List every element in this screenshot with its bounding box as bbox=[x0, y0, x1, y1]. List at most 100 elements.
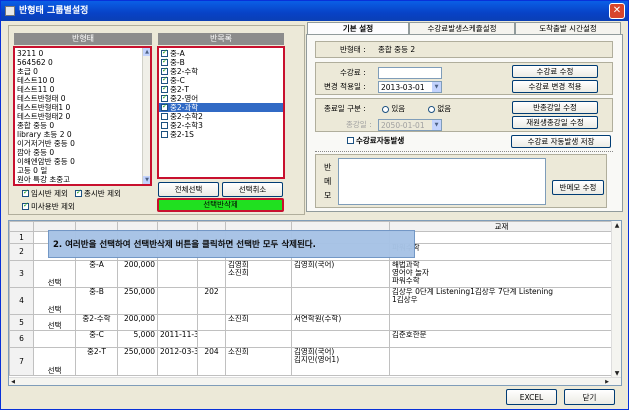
column-header[interactable] bbox=[9, 221, 34, 232]
class-type-item[interactable]: 테스트반형태2 0 bbox=[15, 112, 150, 121]
table-cell: 200,000 bbox=[117, 314, 158, 331]
class-list-item[interactable]: 중-C bbox=[159, 76, 283, 85]
class-type-item[interactable]: 원아 특강 초중고 bbox=[15, 175, 150, 184]
end-date-picker[interactable]: 2050-01-01 ▼ bbox=[378, 119, 442, 131]
table-row[interactable]: 4 선택 중-B 250,000 202 김상우 0단계 Listening1김상우 7단… bbox=[9, 287, 614, 315]
class-type-item[interactable]: 고등 0 일 bbox=[15, 166, 150, 175]
memo-edit-button[interactable]: 반메모 수정 bbox=[552, 180, 604, 195]
class-type-item[interactable]: 깜아 중등 0 bbox=[15, 148, 150, 157]
column-header[interactable]: 교재 bbox=[389, 221, 614, 232]
checkbox-icon[interactable] bbox=[161, 94, 168, 102]
checkbox-icon[interactable] bbox=[22, 188, 29, 197]
scroll-right-icon[interactable]: ▶ bbox=[603, 378, 611, 385]
class-list-item[interactable]: 중2-T bbox=[159, 85, 283, 94]
class-list-item[interactable]: 중2-영어 bbox=[159, 94, 283, 103]
close-window-button[interactable]: ✕ bbox=[609, 3, 625, 19]
chevron-down-icon[interactable]: ▼ bbox=[432, 120, 441, 130]
tab-fee-schedule[interactable]: 수강료발생스케쥴설정 bbox=[409, 22, 515, 34]
class-list-item[interactable]: 중-A bbox=[159, 49, 283, 58]
scroll-left-icon[interactable]: ◀ bbox=[9, 378, 17, 385]
table-cell bbox=[225, 330, 292, 348]
scroll-up-icon[interactable]: ▲ bbox=[143, 48, 150, 56]
filter-temp-class[interactable]: 임시반 제외 bbox=[22, 188, 68, 198]
tab-arrival-time[interactable]: 도착출발 시간설정 bbox=[515, 22, 621, 34]
class-list[interactable]: 중-A중-B중2-수학중-C중2-T중2-영어중2-과학중2-수학2중2-수학3… bbox=[157, 46, 285, 179]
fee-apply-button[interactable]: 수강료 변경 적용 bbox=[512, 80, 598, 93]
table-cell bbox=[389, 231, 614, 244]
checkbox-icon[interactable] bbox=[161, 130, 168, 138]
checkbox-icon[interactable] bbox=[347, 136, 354, 144]
close-button[interactable]: 닫기 bbox=[564, 389, 615, 405]
auto-fee-checkbox[interactable]: 수강료자동발생 bbox=[347, 136, 404, 146]
class-list-item[interactable]: 중2-수학2 bbox=[159, 112, 283, 121]
select-all-button[interactable]: 전체선택 bbox=[158, 182, 219, 197]
checkbox-icon[interactable] bbox=[161, 121, 168, 129]
excel-button[interactable]: EXCEL bbox=[506, 389, 557, 405]
class-type-scrollbar[interactable]: ▲ ▼ bbox=[142, 48, 150, 184]
checkbox-icon[interactable] bbox=[161, 103, 168, 111]
class-type-item[interactable]: library 초등 2 0 bbox=[15, 130, 150, 139]
delete-selected-button[interactable]: 선택반삭제 bbox=[157, 198, 284, 212]
class-type-item[interactable]: 테스트11 0 bbox=[15, 85, 150, 94]
scroll-up-icon[interactable]: ▲ bbox=[612, 221, 621, 231]
class-type-item[interactable]: 초급 0 bbox=[15, 67, 150, 76]
table-cell: 202 bbox=[197, 287, 226, 315]
table-row[interactable]: 3 선택 중-A 200,000 김영희 소진희 김영희(국어) 해법과학 영어야 놀자 파워수학 bbox=[9, 260, 614, 288]
class-list-item[interactable]: 중2-수학3 bbox=[159, 121, 283, 130]
filter-closed-class[interactable]: 종시반 제외 bbox=[75, 188, 121, 198]
class-type-list[interactable]: 3211 0 564562 0 초급 0 테스트10 0 테스트11 0 테스트반형태 0… bbox=[13, 46, 152, 186]
apply-date-label: 변경 적용일 : bbox=[324, 82, 366, 91]
table-row[interactable]: 5 선택 중2-수학 200,000 소진희 서연학원(수학) bbox=[9, 314, 614, 331]
class-list-item[interactable]: 중2-1S bbox=[159, 130, 283, 139]
checkbox-icon[interactable] bbox=[75, 188, 82, 197]
chevron-down-icon[interactable]: ▼ bbox=[432, 82, 441, 92]
class-list-item-label: 중2-수학2 bbox=[170, 112, 203, 121]
class-type-item[interactable]: 이거저거반 중등 0 bbox=[15, 139, 150, 148]
deselect-all-button[interactable]: 선택취소 bbox=[222, 182, 283, 197]
table-cell: 250,000 bbox=[117, 287, 158, 315]
class-list-item-label: 중2-수학3 bbox=[170, 121, 203, 130]
class-type-item[interactable]: 564562 0 bbox=[15, 58, 150, 67]
table-cell: 4 bbox=[9, 287, 34, 315]
grid-horizontal-scrollbar[interactable]: ◀ ▶ bbox=[9, 377, 621, 385]
apply-date-picker[interactable]: 2013-03-01 ▼ bbox=[378, 81, 442, 93]
end-date-group: 종료일 구분 : 있음 없음 종강일 : 2050-01-01 ▼ 반종강일 수정… bbox=[315, 98, 613, 132]
class-type-item[interactable]: 종합 중등 0 bbox=[15, 121, 150, 130]
table-row[interactable]: 6 중-C5,0002011-11-30 김준호한문 bbox=[9, 330, 614, 348]
student-end-date-edit-button[interactable]: 재원생종강일 수정 bbox=[512, 116, 598, 129]
class-list-item-label: 중-B bbox=[170, 58, 185, 67]
class-type-item[interactable]: 성용 초등 0 bbox=[15, 184, 150, 186]
checkbox-icon[interactable] bbox=[22, 201, 29, 210]
class-list-item[interactable]: 중2-과학 bbox=[159, 103, 283, 112]
checkbox-icon[interactable] bbox=[161, 76, 168, 84]
filter-unused-class[interactable]: 미사용반 제외 bbox=[22, 201, 75, 211]
checkbox-icon[interactable] bbox=[161, 112, 168, 120]
table-row[interactable]: 7선택중2-T250,0002012-03-30204소진희김영희(국어)김지민… bbox=[9, 347, 614, 376]
table-cell: 소진희 bbox=[225, 347, 292, 376]
checkbox-icon[interactable] bbox=[161, 49, 168, 57]
table-cell: 김영희 소진희 bbox=[225, 260, 292, 288]
end-date-edit-button[interactable]: 반종강일 수정 bbox=[512, 101, 598, 114]
radio-no[interactable]: 없음 bbox=[428, 104, 451, 114]
class-list-item[interactable]: 중2-수학 bbox=[159, 67, 283, 76]
checkbox-icon[interactable] bbox=[161, 58, 168, 66]
grid-vertical-scrollbar[interactable]: ▲ ▼ bbox=[611, 221, 621, 379]
class-type-item[interactable]: 테스트반형태 0 bbox=[15, 94, 150, 103]
radio-icon[interactable] bbox=[382, 105, 389, 113]
class-type-item[interactable]: 테스트반형태1 0 bbox=[15, 103, 150, 112]
memo-group: 반 메모 반메모 수정 bbox=[315, 154, 607, 208]
memo-textarea[interactable] bbox=[338, 158, 546, 205]
fee-input[interactable] bbox=[378, 67, 442, 79]
table-cell: 2011-11-30 bbox=[157, 330, 198, 348]
radio-icon[interactable] bbox=[428, 105, 435, 113]
fee-edit-button[interactable]: 수강료 수정 bbox=[512, 65, 598, 78]
class-list-item[interactable]: 중-B bbox=[159, 58, 283, 67]
checkbox-icon[interactable] bbox=[161, 67, 168, 75]
class-type-item[interactable]: 3211 0 bbox=[15, 49, 150, 58]
checkbox-icon[interactable] bbox=[161, 85, 168, 93]
scroll-down-icon[interactable]: ▼ bbox=[143, 176, 150, 184]
auto-fee-save-button[interactable]: 수강료 자동발생 저장 bbox=[511, 135, 611, 148]
class-type-item[interactable]: 이해엔암반 중등 0 bbox=[15, 157, 150, 166]
class-type-item[interactable]: 테스트10 0 bbox=[15, 76, 150, 85]
radio-yes[interactable]: 있음 bbox=[382, 104, 405, 114]
